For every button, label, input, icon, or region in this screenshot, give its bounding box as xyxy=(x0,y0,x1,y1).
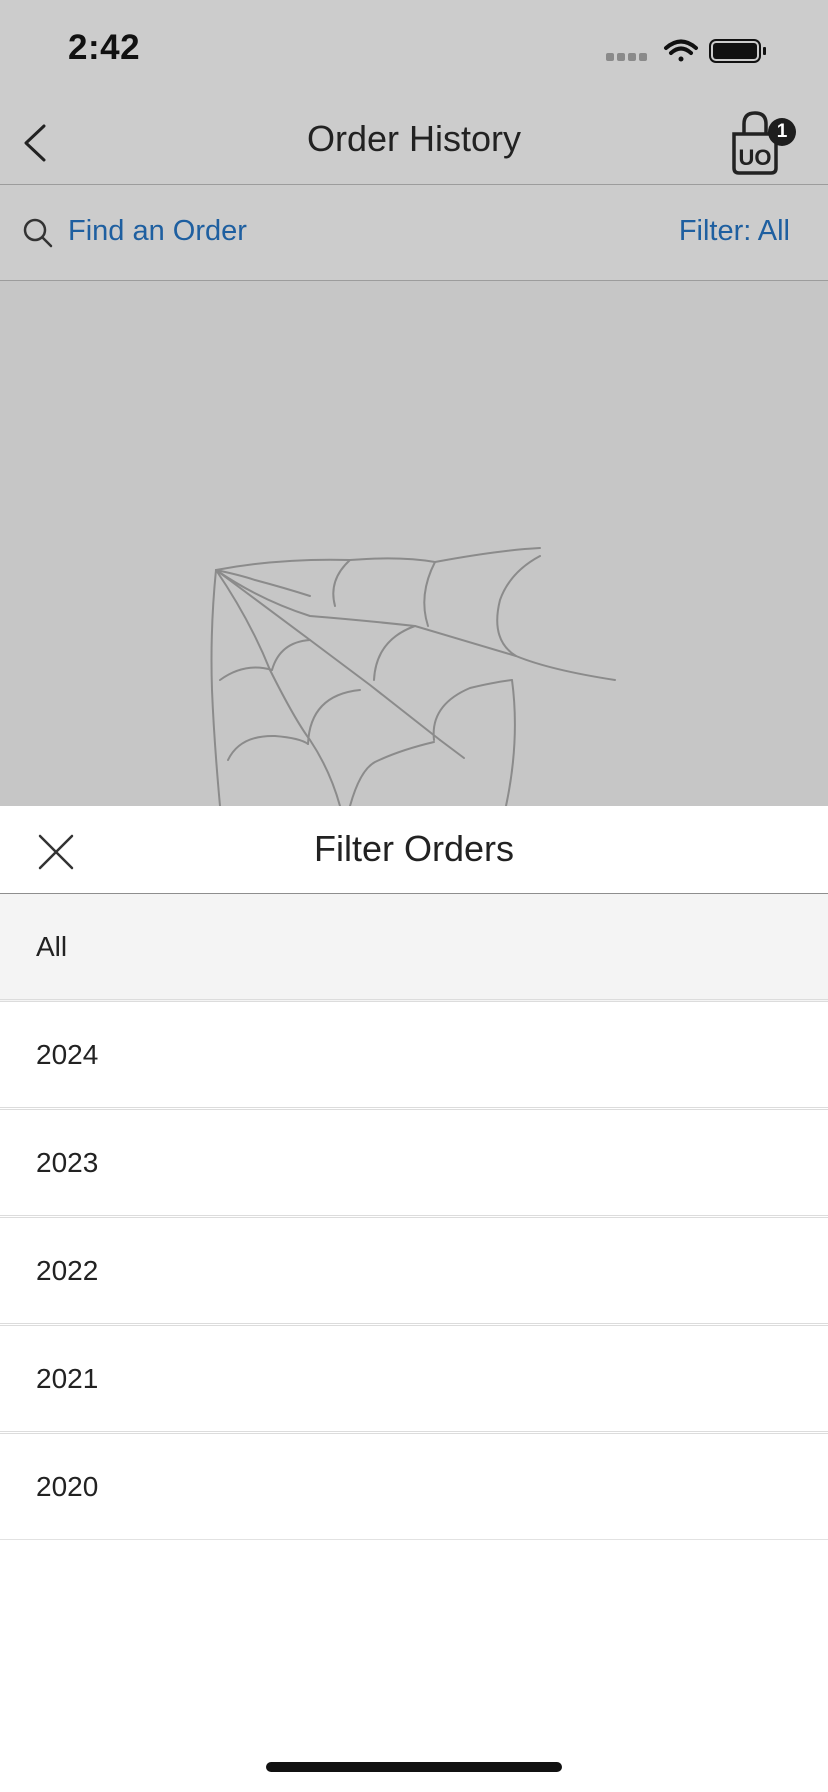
screen: 2:42 Order History UO 1 Find an Order Fi… xyxy=(0,0,828,1792)
filter-option-2022[interactable]: 2022 xyxy=(0,1218,828,1326)
cart-logo-text: UO xyxy=(739,145,772,170)
status-icons xyxy=(606,39,766,63)
signal-dots-icon xyxy=(606,53,647,61)
wifi-icon xyxy=(664,39,698,62)
status-time: 2:42 xyxy=(68,28,141,67)
filter-option-2021[interactable]: 2021 xyxy=(0,1326,828,1434)
battery-icon xyxy=(709,39,766,63)
filter-sheet: Filter Orders All 2024 2023 2022 2021 20… xyxy=(0,806,828,1792)
cart-count-badge: 1 xyxy=(768,118,796,146)
cart-button[interactable]: UO 1 xyxy=(724,110,796,176)
home-indicator[interactable] xyxy=(266,1762,562,1772)
filter-option-list: All 2024 2023 2022 2021 2020 xyxy=(0,894,828,1540)
find-order-link[interactable]: Find an Order xyxy=(68,215,247,248)
sheet-header: Filter Orders xyxy=(0,806,828,894)
nav-bar: Order History UO 1 xyxy=(0,100,828,185)
dimmed-background[interactable]: 2:42 Order History UO 1 Find an Order Fi… xyxy=(0,0,828,806)
filter-option-all[interactable]: All xyxy=(0,894,828,1002)
filter-option-2020[interactable]: 2020 xyxy=(0,1434,828,1540)
search-icon xyxy=(23,218,53,248)
page-title: Order History xyxy=(306,118,522,159)
filter-link[interactable]: Filter: All xyxy=(679,215,790,248)
search-bar: Find an Order Filter: All xyxy=(0,185,828,281)
spider-web-illustration xyxy=(210,547,616,806)
status-bar: 2:42 xyxy=(0,0,828,100)
sheet-title: Filter Orders xyxy=(313,828,515,869)
filter-option-2024[interactable]: 2024 xyxy=(0,1002,828,1110)
filter-option-2023[interactable]: 2023 xyxy=(0,1110,828,1218)
